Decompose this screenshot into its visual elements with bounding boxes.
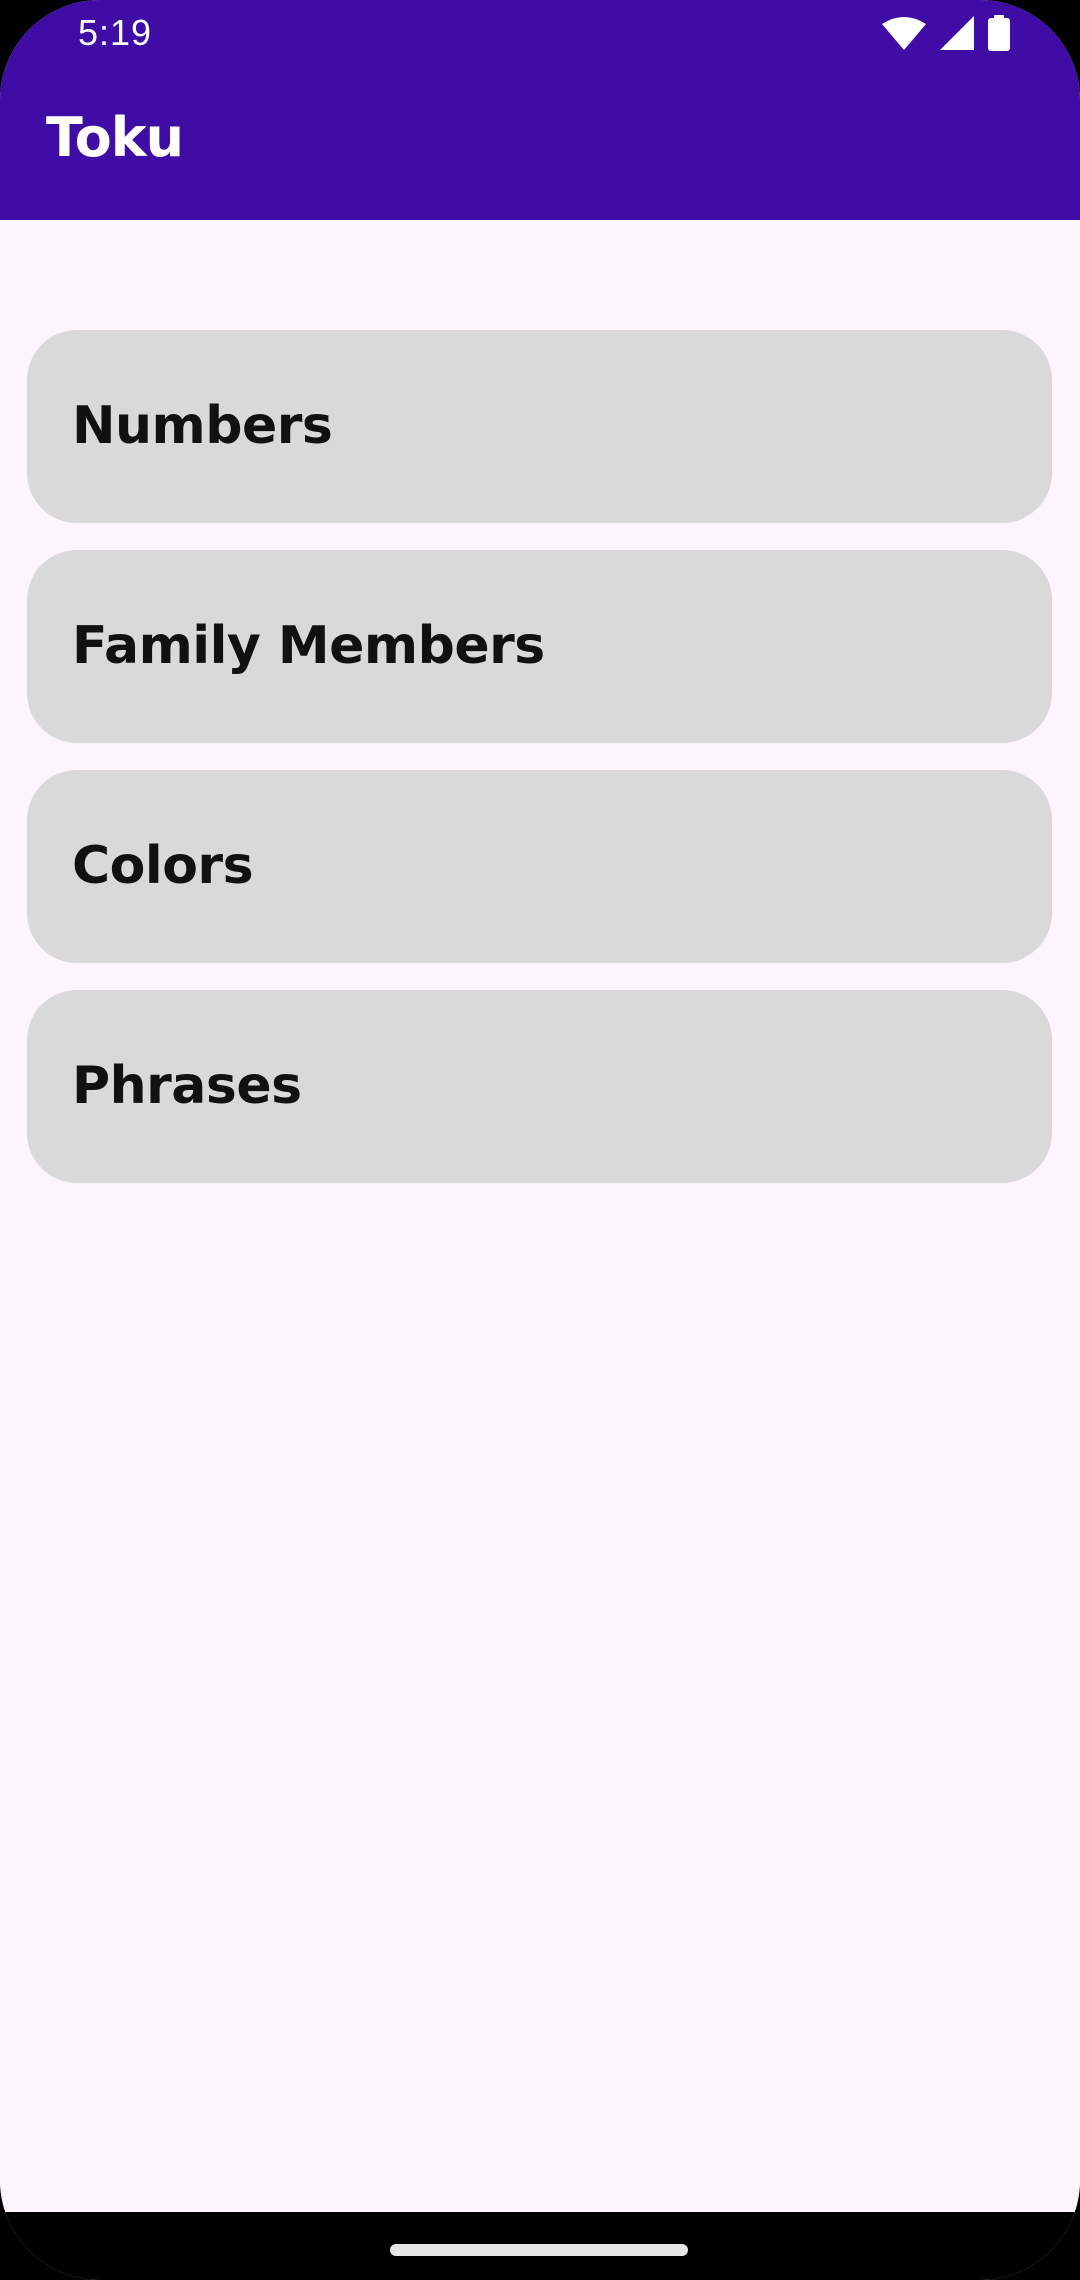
status-time: 5:19 (78, 12, 153, 53)
app-screen: 5:19 Toku Numbers Family Members Colors … (0, 0, 1080, 2280)
category-label: Numbers (72, 396, 333, 456)
navigation-bar (0, 2212, 1080, 2280)
category-phrases-button[interactable]: Phrases (27, 990, 1052, 1183)
wifi-icon (882, 16, 926, 55)
category-numbers-button[interactable]: Numbers (27, 330, 1052, 523)
battery-icon (988, 14, 1010, 56)
category-label: Family Members (72, 616, 545, 676)
cellular-signal-icon (940, 15, 974, 55)
app-title: Toku (46, 106, 184, 169)
status-icons (882, 14, 1010, 56)
category-family-members-button[interactable]: Family Members (27, 550, 1052, 743)
app-bar: Toku (0, 70, 1080, 220)
category-label: Phrases (72, 1056, 302, 1116)
category-colors-button[interactable]: Colors (27, 770, 1052, 963)
home-indicator[interactable] (390, 2244, 688, 2256)
category-label: Colors (72, 836, 254, 896)
category-list: Numbers Family Members Colors Phrases (0, 220, 1080, 2210)
status-bar: 5:19 (0, 0, 1080, 70)
